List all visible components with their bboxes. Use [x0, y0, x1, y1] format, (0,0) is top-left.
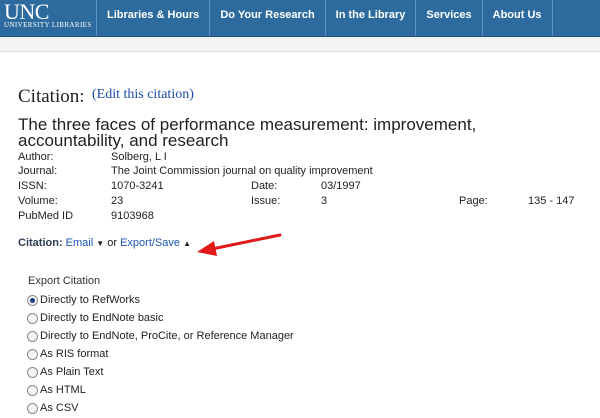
- export-save-link[interactable]: Export/Save ▲: [120, 237, 191, 249]
- radio-refworks[interactable]: [27, 294, 38, 306]
- logo-sub-text: UNIVERSITY LIBRARIES: [4, 21, 92, 29]
- option-label: Directly to EndNote, ProCite, or Referen…: [40, 330, 294, 342]
- page-value: 135 - 147: [528, 195, 575, 207]
- nav-services[interactable]: Services: [415, 0, 481, 36]
- nav-do-your-research[interactable]: Do Your Research: [209, 0, 324, 36]
- sub-navigation-strip: [0, 37, 600, 52]
- nav-libraries-hours[interactable]: Libraries & Hours: [96, 0, 209, 36]
- export-citation-title: Export Citation: [28, 275, 101, 287]
- radio-endnote-procite[interactable]: [27, 330, 38, 342]
- radio-plain-text[interactable]: [27, 366, 38, 378]
- option-label: Directly to EndNote basic: [40, 312, 164, 324]
- citation-actions: Citation: Email ▼ or Export/Save ▲: [18, 237, 191, 249]
- pubmed-label: PubMed ID: [18, 210, 74, 222]
- volume-label: Volume:: [18, 195, 58, 207]
- export-options: Directly to RefWorks Directly to EndNote…: [27, 291, 294, 417]
- export-option-csv[interactable]: As CSV: [27, 399, 294, 417]
- export-option-endnote-basic[interactable]: Directly to EndNote basic: [27, 309, 294, 327]
- radio-endnote-basic[interactable]: [27, 312, 38, 324]
- edit-citation-link[interactable]: (Edit this citation): [92, 87, 194, 103]
- date-label: Date:: [251, 180, 278, 192]
- pubmed-value: 9103968: [111, 210, 154, 222]
- author-label: Author:: [18, 151, 54, 163]
- issue-value: 3: [321, 195, 328, 207]
- issn-value: 1070-3241: [111, 180, 164, 192]
- email-link[interactable]: Email ▼: [66, 237, 105, 249]
- or-text: or: [107, 237, 118, 249]
- option-label: As CSV: [40, 402, 79, 414]
- journal-label: Journal:: [18, 165, 58, 177]
- export-caret-up-icon: ▲: [183, 239, 191, 248]
- volume-value: 23: [111, 195, 124, 207]
- radio-ris[interactable]: [27, 348, 38, 360]
- date-value: 03/1997: [321, 180, 361, 192]
- option-label: As Plain Text: [40, 366, 104, 378]
- unc-libraries-logo[interactable]: UNC UNIVERSITY LIBRARIES: [4, 0, 96, 36]
- nav-about-us[interactable]: About Us: [481, 0, 553, 36]
- radio-csv[interactable]: [27, 402, 38, 414]
- export-option-endnote-procite[interactable]: Directly to EndNote, ProCite, or Referen…: [27, 327, 294, 345]
- option-label: As RIS format: [40, 348, 109, 360]
- option-label: As HTML: [40, 384, 86, 396]
- author-value: Solberg, L I: [111, 151, 167, 163]
- issn-label: ISSN:: [18, 180, 47, 192]
- top-navigation-bar: UNC UNIVERSITY LIBRARIES Libraries & Hou…: [0, 0, 600, 37]
- email-caret-down-icon: ▼: [96, 239, 105, 248]
- export-save-link-text: Export/Save: [120, 237, 180, 249]
- export-option-html[interactable]: As HTML: [27, 381, 294, 399]
- option-label: Directly to RefWorks: [40, 294, 141, 306]
- article-title: The three faces of performance measureme…: [18, 115, 477, 150]
- journal-value: The Joint Commission journal on quality …: [111, 165, 373, 177]
- export-option-plain-text[interactable]: As Plain Text: [27, 363, 294, 381]
- red-arrow-annotation-icon: [197, 233, 282, 256]
- email-link-text: Email: [65, 237, 94, 249]
- citation-actions-label: Citation:: [18, 237, 63, 249]
- citation-heading: Citation:: [18, 86, 85, 107]
- nav-in-the-library[interactable]: In the Library: [324, 0, 416, 36]
- page-label: Page:: [459, 195, 488, 207]
- export-option-ris[interactable]: As RIS format: [27, 345, 294, 363]
- radio-html[interactable]: [27, 384, 38, 396]
- main-nav: Libraries & Hours Do Your Research In th…: [96, 0, 553, 36]
- issue-label: Issue:: [251, 195, 281, 207]
- export-option-refworks[interactable]: Directly to RefWorks: [27, 291, 294, 309]
